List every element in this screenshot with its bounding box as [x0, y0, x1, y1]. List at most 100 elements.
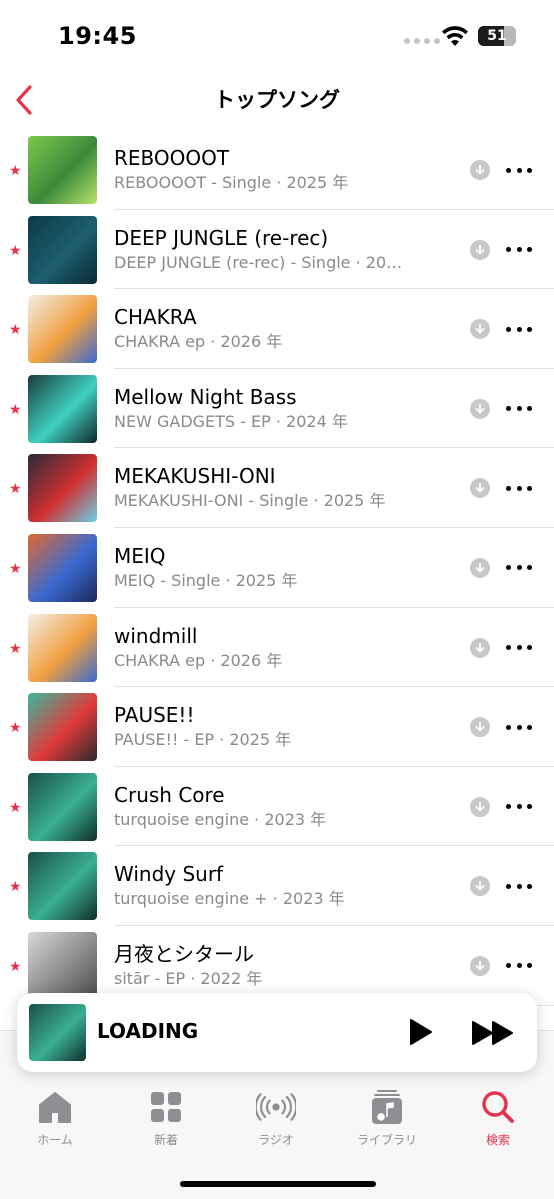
song-subtitle: MEKAKUSHI-ONI - Single · 2025 年: [114, 491, 386, 511]
cellular-signal-icon: [404, 38, 440, 44]
song-info: PAUSE!! PAUSE!! - EP · 2025 年: [114, 701, 444, 751]
page-title: トップソング: [214, 88, 340, 112]
song-title: windmill: [114, 623, 198, 648]
download-icon[interactable]: [470, 876, 490, 897]
album-artwork: [28, 533, 97, 602]
song-row[interactable]: ★ Mellow Night Bass NEW GADGETS - EP · 202…: [0, 369, 554, 449]
more-options-icon[interactable]: [506, 795, 532, 819]
album-artwork: [28, 374, 97, 443]
song-info: Windy Surf turquoise engine + · 2023 年: [114, 860, 444, 910]
tab-library-label: ライブラリ: [356, 1133, 417, 1147]
more-options-icon[interactable]: [506, 476, 532, 500]
song-subtitle: DEEP JUNGLE (re-rec) - Single · 20…: [114, 252, 403, 272]
home-icon: [35, 1089, 75, 1125]
play-icon[interactable]: [405, 1017, 435, 1047]
song-subtitle: NEW GADGETS - EP · 2024 年: [114, 411, 348, 431]
wifi-icon: [442, 26, 468, 46]
download-icon[interactable]: [470, 557, 490, 578]
song-info: Crush Core turquoise engine · 2023 年: [114, 781, 444, 831]
song-title: Crush Core: [114, 782, 225, 807]
song-subtitle: turquoise engine + · 2023 年: [114, 889, 345, 909]
fast-forward-icon[interactable]: [471, 1020, 515, 1046]
more-options-icon[interactable]: [506, 158, 532, 182]
favorite-star-icon: ★: [9, 401, 22, 418]
more-options-icon[interactable]: [506, 317, 532, 341]
grid-icon: [146, 1089, 186, 1125]
song-title: Windy Surf: [114, 862, 224, 887]
song-info: DEEP JUNGLE (re-rec) DEEP JUNGLE (re-rec)…: [114, 224, 444, 274]
song-title: PAUSE!!: [114, 703, 195, 728]
song-row[interactable]: ★ MEIQ MEIQ - Single · 2025 年: [0, 528, 554, 608]
song-row[interactable]: ★ PAUSE!! PAUSE!! - EP · 2025 年: [0, 687, 554, 767]
album-artwork: [28, 613, 97, 682]
song-info: REBOOOOT REBOOOOT - Single · 2025 年: [114, 144, 444, 194]
album-artwork: [28, 693, 97, 762]
more-options-icon[interactable]: [506, 715, 532, 739]
tab-radio[interactable]: ラジオ: [226, 1089, 326, 1151]
favorite-star-icon: ★: [9, 242, 22, 259]
download-icon[interactable]: [470, 239, 490, 260]
song-subtitle: sitār - EP · 2022 年: [114, 968, 263, 988]
favorite-star-icon: ★: [9, 560, 22, 577]
search-icon: [478, 1089, 518, 1125]
more-options-icon[interactable]: [506, 397, 532, 421]
song-row[interactable]: ★ windmill CHAKRA ep · 2026 年: [0, 608, 554, 688]
download-icon[interactable]: [470, 160, 490, 180]
more-options-icon[interactable]: [506, 874, 532, 898]
radio-icon: [256, 1089, 296, 1125]
song-subtitle: CHAKRA ep · 2026 年: [114, 332, 283, 352]
favorite-star-icon: ★: [9, 799, 22, 816]
song-row[interactable]: ★ REBOOOOT REBOOOOT - Single · 2025 年: [0, 130, 554, 210]
more-options-icon[interactable]: [506, 556, 532, 580]
song-row[interactable]: ★ DEEP JUNGLE (re-rec) DEEP JUNGLE (re-rec…: [0, 210, 554, 290]
more-options-icon[interactable]: [506, 636, 532, 660]
tab-home[interactable]: ホーム: [5, 1089, 105, 1151]
song-info: 月夜とシタール sitār - EP · 2022 年: [114, 940, 444, 990]
song-title: CHAKRA: [114, 305, 197, 330]
tab-search-label: 検索: [485, 1133, 510, 1147]
download-icon[interactable]: [470, 319, 490, 340]
song-subtitle: PAUSE!! - EP · 2025 年: [114, 730, 292, 750]
download-icon[interactable]: [470, 398, 490, 419]
download-icon[interactable]: [470, 637, 490, 658]
album-artwork: [28, 136, 97, 204]
song-row[interactable]: ★ Crush Core turquoise engine · 2023 年: [0, 767, 554, 847]
album-artwork: [28, 852, 97, 921]
song-info: windmill CHAKRA ep · 2026 年: [114, 622, 444, 672]
song-row[interactable]: ★ CHAKRA CHAKRA ep · 2026 年: [0, 289, 554, 369]
song-subtitle: turquoise engine · 2023 年: [114, 809, 327, 829]
song-row[interactable]: ★ Windy Surf turquoise engine + · 2023 年: [0, 846, 554, 926]
favorite-star-icon: ★: [9, 322, 22, 339]
tab-new-label: 新着: [153, 1133, 178, 1147]
battery-level: 51: [487, 28, 507, 44]
song-info: MEIQ MEIQ - Single · 2025 年: [114, 542, 444, 592]
download-icon[interactable]: [470, 796, 490, 817]
download-icon[interactable]: [470, 955, 490, 976]
download-icon[interactable]: [470, 717, 490, 738]
favorite-star-icon: ★: [9, 640, 22, 657]
song-info: Mellow Night Bass NEW GADGETS - EP · 2024…: [114, 383, 444, 433]
song-title: MEKAKUSHI-ONI: [114, 464, 276, 489]
more-options-icon[interactable]: [506, 238, 532, 262]
tab-home-label: ホーム: [37, 1133, 73, 1147]
song-subtitle: CHAKRA ep · 2026 年: [114, 650, 283, 670]
download-icon[interactable]: [470, 478, 490, 499]
mini-player-artwork: [29, 1004, 86, 1061]
album-artwork: [28, 772, 97, 841]
tab-library[interactable]: ライブラリ: [337, 1089, 437, 1151]
favorite-star-icon: ★: [9, 163, 22, 179]
song-list: ★ REBOOOOT REBOOOOT - Single · 2025 年 ★ DEEP…: [0, 130, 554, 1006]
tab-search[interactable]: 検索: [448, 1089, 548, 1151]
album-artwork: [28, 295, 97, 364]
more-options-icon[interactable]: [506, 954, 532, 978]
song-title: DEEP JUNGLE (re-rec): [114, 225, 329, 250]
mini-player[interactable]: LOADING: [17, 993, 537, 1072]
navigation-bar: トップソング: [0, 76, 554, 126]
song-title: Mellow Night Bass: [114, 384, 297, 409]
home-indicator: [180, 1181, 376, 1187]
favorite-star-icon: ★: [9, 958, 22, 975]
tab-new[interactable]: 新着: [116, 1089, 216, 1151]
song-row[interactable]: ★ MEKAKUSHI-ONI MEKAKUSHI-ONI - Single · 2…: [0, 448, 554, 528]
battery-icon: 51: [478, 26, 516, 46]
favorite-star-icon: ★: [9, 720, 22, 737]
